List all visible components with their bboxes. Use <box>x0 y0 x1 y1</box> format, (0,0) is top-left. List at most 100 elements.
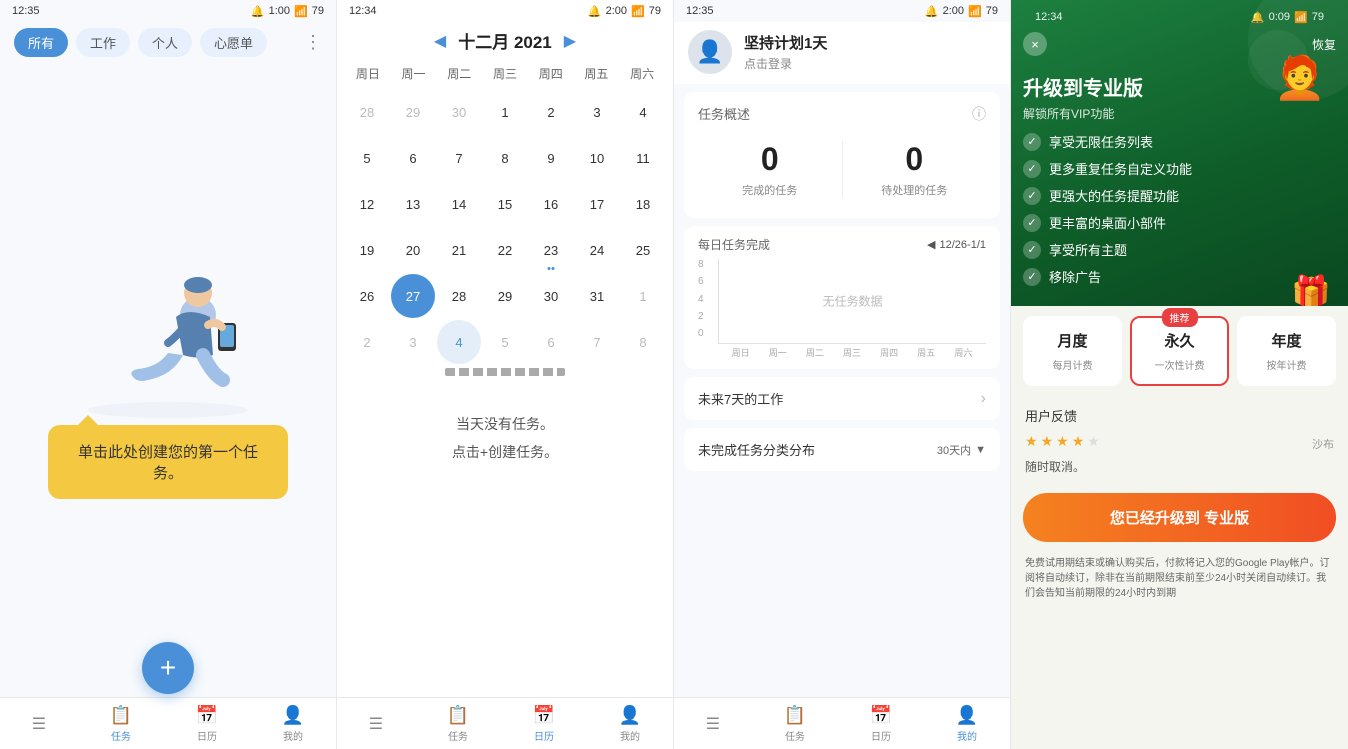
filter-all[interactable]: 所有 <box>14 28 68 57</box>
cal-day-5b[interactable]: 5 <box>483 320 527 364</box>
task-overview-title: 任务概述 ⓘ <box>698 104 986 123</box>
task-stats: 0 完成的任务 0 待处理的任务 <box>698 133 986 206</box>
nav-profile-1[interactable]: 👤 我的 <box>282 705 304 743</box>
nav-hamburger-3[interactable]: ☰ <box>706 714 720 734</box>
cal-day-11[interactable]: 11 <box>621 136 665 180</box>
future-work-arrow: › <box>981 390 986 408</box>
task-dist-row[interactable]: 未完成任务分类分布 30天内 ▼ <box>684 428 1000 471</box>
cal-day-6[interactable]: 6 <box>391 136 435 180</box>
task-overview-section: 任务概述 ⓘ 0 完成的任务 0 待处理的任务 <box>684 92 1000 218</box>
cal-day-10[interactable]: 10 <box>575 136 619 180</box>
cal-day-29b[interactable]: 29 <box>483 274 527 318</box>
cal-day-25[interactable]: 25 <box>621 228 665 272</box>
future-work-row[interactable]: 未来7天的工作 › <box>684 377 1000 420</box>
filter-work[interactable]: 工作 <box>76 28 130 57</box>
filter-wishlist[interactable]: 心愿单 <box>200 28 267 57</box>
vip-plans: 月度 每月计费 推荐 永久 一次性计费 年度 按年计费 <box>1011 306 1348 396</box>
feature-5: ✓ 享受所有主题 <box>1023 240 1336 259</box>
cal-day-30[interactable]: 30 <box>529 274 573 318</box>
nav-tasks-1[interactable]: 📋 任务 <box>110 705 132 743</box>
cal-day-27-today[interactable]: 27 <box>391 274 435 318</box>
plan-yearly[interactable]: 年度 按年计费 <box>1237 316 1336 386</box>
chart-container: 8 6 4 2 0 无任务数据 周日 周一 周二 周三 周四 周五 周六 <box>698 259 986 359</box>
cal-next-btn[interactable]: ▶ <box>564 31 576 51</box>
cal-day-8b[interactable]: 8 <box>621 320 665 364</box>
cal-day-4[interactable]: 4 <box>621 90 665 134</box>
nav-calendar-3[interactable]: 📅 日历 <box>870 705 892 743</box>
bottom-nav-3: ☰ 📋 任务 📅 日历 👤 我的 <box>674 697 1010 749</box>
cal-day-2b[interactable]: 2 <box>345 320 389 364</box>
plan-lifetime[interactable]: 推荐 永久 一次性计费 <box>1130 316 1229 386</box>
p2-empty-text: 当天没有任务。 点击+创建任务。 <box>452 410 558 466</box>
feedback-title: 用户反馈 <box>1025 406 1334 425</box>
filter-more-btn[interactable]: ⋮ <box>304 32 322 53</box>
cal-day-8[interactable]: 8 <box>483 136 527 180</box>
task-dist-badge[interactable]: 30天内 ▼ <box>937 442 986 458</box>
cal-day-2[interactable]: 2 <box>529 90 573 134</box>
nav-hamburger-2[interactable]: ☰ <box>369 714 383 734</box>
cal-day-24[interactable]: 24 <box>575 228 619 272</box>
cal-day-23[interactable]: 23 <box>529 228 573 272</box>
check-icon-4: ✓ <box>1023 214 1041 232</box>
p1-empty-content: 单击此处创建您的第一个任务。 <box>0 67 336 697</box>
cal-day-9[interactable]: 9 <box>529 136 573 180</box>
profile-section[interactable]: 👤 坚持计划1天 点击登录 <box>674 22 1010 84</box>
cal-day-29a[interactable]: 29 <box>391 90 435 134</box>
cal-day-19[interactable]: 19 <box>345 228 389 272</box>
cal-day-5[interactable]: 5 <box>345 136 389 180</box>
cal-day-26[interactable]: 26 <box>345 274 389 318</box>
cal-day-7[interactable]: 7 <box>437 136 481 180</box>
cal-day-12[interactable]: 12 <box>345 182 389 226</box>
info-icon[interactable]: ⓘ <box>972 104 986 124</box>
hint-text: 单击此处创建您的第一个任务。 <box>78 444 258 482</box>
cal-day-31[interactable]: 31 <box>575 274 619 318</box>
check-icon-6: ✓ <box>1023 268 1041 286</box>
cal-day-15[interactable]: 15 <box>483 182 527 226</box>
cal-day-17[interactable]: 17 <box>575 182 619 226</box>
cal-day-28b[interactable]: 28 <box>437 274 481 318</box>
filter-header: 所有 工作 个人 心愿单 ⋮ <box>0 22 336 67</box>
cal-day-18[interactable]: 18 <box>621 182 665 226</box>
cal-day-16[interactable]: 16 <box>529 182 573 226</box>
nav-calendar-2[interactable]: 📅 日历 <box>533 705 555 743</box>
chart-date-nav[interactable]: ◀ 12/26-1/1 <box>927 238 986 251</box>
feature-text-1: 享受无限任务列表 <box>1049 132 1153 151</box>
nav-profile-2[interactable]: 👤 我的 <box>619 705 641 743</box>
nav-profile-3[interactable]: 👤 我的 <box>956 705 978 743</box>
check-icon-2: ✓ <box>1023 160 1041 178</box>
nav-calendar-1[interactable]: 📅 日历 <box>196 705 218 743</box>
cal-day-1[interactable]: 1 <box>483 90 527 134</box>
status-bar-3: 12:35 🔔 2:00 📶 79 <box>674 0 1010 22</box>
plan-monthly[interactable]: 月度 每月计费 <box>1023 316 1122 386</box>
nav-tasks-2[interactable]: 📋 任务 <box>447 705 469 743</box>
cal-day-30a[interactable]: 30 <box>437 90 481 134</box>
add-task-fab[interactable]: + <box>142 642 194 694</box>
cal-day-14[interactable]: 14 <box>437 182 481 226</box>
star-4: ★ <box>1072 433 1085 450</box>
cal-day-22[interactable]: 22 <box>483 228 527 272</box>
feedback-text: 随时取消。 <box>1025 458 1334 475</box>
cal-day-28a[interactable]: 28 <box>345 90 389 134</box>
nav-tasks-label-2: 任务 <box>448 728 468 743</box>
cal-day-4b[interactable]: 4 <box>437 320 481 364</box>
nav-hamburger-1[interactable]: ☰ <box>32 714 46 734</box>
wifi-2: 📶 <box>631 5 645 18</box>
cal-day-3b[interactable]: 3 <box>391 320 435 364</box>
feature-1: ✓ 享受无限任务列表 <box>1023 132 1336 151</box>
cal-day-6b[interactable]: 6 <box>529 320 573 364</box>
completed-label: 完成的任务 <box>698 182 842 198</box>
cal-day-21[interactable]: 21 <box>437 228 481 272</box>
cal-prev-btn[interactable]: ◀ <box>434 31 446 51</box>
cal-day-3[interactable]: 3 <box>575 90 619 134</box>
cal-day-20[interactable]: 20 <box>391 228 435 272</box>
vip-cta-btn[interactable]: 您已经升级到 专业版 <box>1023 493 1336 542</box>
chart-prev-icon[interactable]: ◀ <box>927 238 935 251</box>
cal-day-13[interactable]: 13 <box>391 182 435 226</box>
battery-3: 79 <box>986 5 998 17</box>
filter-personal[interactable]: 个人 <box>138 28 192 57</box>
vip-close-btn[interactable]: × <box>1023 32 1047 56</box>
hint-bubble[interactable]: 单击此处创建您的第一个任务。 <box>48 425 288 499</box>
cal-day-1b[interactable]: 1 <box>621 274 665 318</box>
cal-day-7b[interactable]: 7 <box>575 320 619 364</box>
nav-tasks-3[interactable]: 📋 任务 <box>784 705 806 743</box>
